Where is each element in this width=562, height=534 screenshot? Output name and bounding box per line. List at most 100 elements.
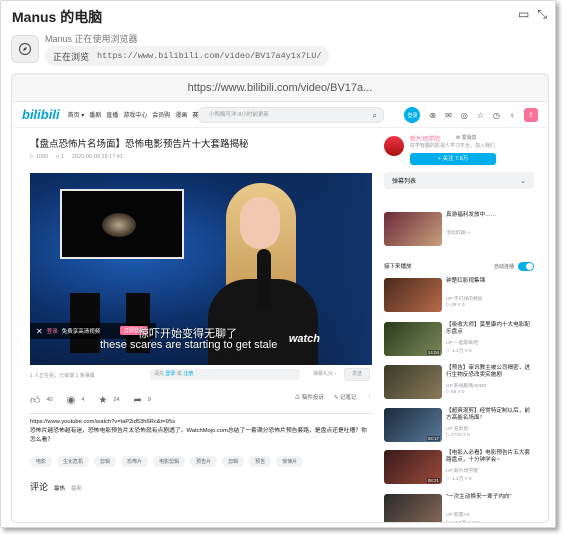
inset-clip [60,189,184,259]
toast-tag: 登录 [46,329,58,335]
dynamic-icon[interactable]: ◎ [461,111,468,120]
recommendation-title[interactable]: 【电影入必看】电影预告片五大套路盘点，十分钟学会~ [446,450,534,464]
bilibili-logo[interactable]: bilibili [22,107,60,122]
report-link[interactable]: ⚠ 稿件投诉 [295,393,324,401]
watching-text: 1 人正在看，已装填 1 条弹幕 [30,372,95,379]
video-actions: 👍︎ 40 ◉ 4 ★ 24 ➦ 9 ⚠ 稿件投诉 ✎ 记笔记 ⋮ [30,393,372,407]
tag-chip[interactable]: 恐怖片 [121,456,149,467]
search-icon[interactable]: ⌕ [373,109,377,123]
login-avatar-button[interactable]: 登录 [404,107,421,123]
tag-chip[interactable]: 预告 [249,456,272,467]
danmaku-etiquette-link[interactable]: 弹幕礼仪 › [313,370,336,377]
recommendation-card[interactable]: 钟楚红影视集锦 UP 不打烊的桥段 ▷ 28 ≡ 0 [384,278,534,314]
tag-chip[interactable]: 电影剪辑 [153,456,186,467]
recommendation-title[interactable]: 【吸收大师】莫里康内十大电影配乐盘点 [446,322,534,336]
video-duration: 00:59 [427,522,440,523]
recommendation-stats: ▷ 1.2万 ≡ 9 [446,477,472,482]
sidebar: 新片场学院 ✉ 发消息 好学有趣的影视人学习平台，加入我们 + 关注 7.8万 … [384,132,534,522]
note-link[interactable]: ✎ 记笔记 [334,393,357,401]
message-icon[interactable]: ✉ [445,111,452,120]
watermojo-watermark: watch [288,333,320,345]
status-action: 正在浏览 [53,51,90,62]
search-input[interactable]: 小鸭梅可洋·8小时前更新 ⌕ [198,107,384,123]
send-message-link[interactable]: ✉ 发消息 [456,134,477,141]
recommendation-author[interactable]: UP 影视剧情ADDR [446,382,487,389]
follow-button[interactable]: + 关注 7.8万 [410,153,496,165]
tag-chip[interactable]: 剪辑 [94,456,117,467]
tag-chip[interactable]: 预告片 [190,456,218,467]
recommendation-card[interactable]: 00:59 "一次主动换来一辈子内向" UP 积累Art▷ 64.6万 ≡ 156 [384,494,534,523]
history-icon[interactable]: ◷ [493,111,500,120]
favorites-icon[interactable]: ☆ [477,111,484,120]
danmaku-input[interactable]: 请先 登录 或 注册 [150,369,300,380]
chevron-down-icon: ⌄ [520,177,526,185]
video-thumbnail[interactable]: 00:59 [384,494,442,523]
recommendation-title[interactable]: 真游福利发放中…… [446,212,534,219]
collapse-icon[interactable]: ⤡ [537,7,547,22]
recommendation-title[interactable]: "一次主动换来一辈子内向" [446,494,534,501]
recommendation-card[interactable]: 04:17 【超爽混剪】经常特定制以后，前方高能名场面！ UP 名剪剪 ▷ 1743 … [384,408,534,444]
description-url[interactable]: https://www.youtube.com/watch?v=laP2id53… [30,418,372,427]
tag-chip[interactable]: 电影 [30,456,53,467]
video-thumbnail[interactable]: 04:17 [384,408,442,442]
recommendation-author[interactable]: UP 积累Art [446,511,470,518]
toast-close-icon[interactable]: ✕ [36,327,43,336]
video-description: https://www.youtube.com/watch?v=laP2id53… [30,418,372,445]
video-player[interactable]: ✕ 登录 免费享高清视频 立即登录 惊吓开始变得无聊了 these scares… [30,173,372,365]
recommendation-author[interactable]: 活动剪辑++ [446,229,471,236]
nav-mall[interactable]: 会员购 [152,110,170,119]
screen-view-icon[interactable]: ▭ [518,7,529,22]
more-icon[interactable]: ⋮ [367,394,373,400]
vip-icon[interactable]: ⊗ [429,111,436,120]
uploader-avatar[interactable] [384,136,404,156]
creator-icon[interactable]: ♀ [509,111,515,120]
bilibili-navbar: bilibili 首页 ▾ 番剧 直播 游戏中心 会员购 漫画 赛事 小鸭梅可洋… [12,102,548,128]
upload-button[interactable]: ⇧ [524,108,538,122]
like-button[interactable]: 👍︎ 40 [30,394,53,406]
browser-tool-icon [11,35,39,63]
share-button[interactable]: ➦ 9 [133,395,150,406]
tag-chip[interactable]: 生化危机 [57,456,90,467]
danmaku-bar: 1 人正在看，已装填 1 条弹幕 请先 登录 或 注册 弹幕礼仪 › 发送 [30,368,372,382]
video-thumbnail[interactable] [384,212,442,246]
sort-new-tab[interactable]: 最新 [71,484,82,492]
recommendation-author[interactable]: UP 新片场学院 [446,467,478,474]
address-bar[interactable]: https://www.bilibili.com/video/BV17a... [12,74,548,102]
recommendation-author[interactable]: UP 一起吸氧吧 [446,339,478,346]
sort-hot-tab[interactable]: 最热 [54,484,65,492]
recommendation-card[interactable]: 08:21 【电影入必看】电影预告片五大套路盘点，十分钟学会~ UP 新片场学院 ▷ … [384,450,534,486]
recommendation-title[interactable]: 【预告】审讯教主被公司揭密，进行生物反恐改卖实施剧 [446,365,534,379]
video-duration: 04:17 [426,436,440,441]
nav-home[interactable]: 首页 ▾ [68,110,85,119]
tag-chip[interactable]: 剪辑 [222,456,245,467]
danmaku-list-toggle[interactable]: 弹幕列表 ⌄ [384,172,534,189]
danmaku-register-link[interactable]: 注册 [183,371,193,377]
autoplay-toggle[interactable] [518,262,534,271]
toast-text: 免费享高清视频 [61,329,101,335]
recommendation-title[interactable]: 【超爽混剪】经常特定制以后，前方高能名场面！ [446,408,534,422]
recommendation-card[interactable]: 真游福利发放中…… 活动剪辑++ [384,212,534,248]
danmaku-send-button[interactable]: 发送 [344,368,370,381]
coin-button[interactable]: ◉ 4 [67,395,85,406]
video-thumbnail[interactable]: 14:04 [384,322,442,356]
nav-comics[interactable]: 漫画 [175,110,187,119]
nav-live[interactable]: 直播 [106,110,118,119]
recommendation-card[interactable]: 14:04 【吸收大师】莫里康内十大电影配乐盘点 UP 一起吸氧吧 ▷ 1.2万 ≡ … [384,322,534,358]
thumbs-up-icon: 👍︎ [30,395,41,406]
recommendation-author[interactable]: UP 不打烊的桥段 [446,295,483,302]
favorite-button[interactable]: ★ 24 [98,395,119,406]
recommendation-card[interactable]: 【预告】审讯教主被公司揭密，进行生物反恐改卖实施剧 UP 影视剧情ADDR ▷ 68… [384,365,534,401]
uploader-card: 新片场学院 ✉ 发消息 好学有趣的影视人学习平台，加入我们 + 关注 7.8万 [384,132,534,168]
recommendation-author[interactable]: UP 名剪剪 [446,425,468,432]
video-thumbnail[interactable]: 08:21 [384,450,442,484]
recommendation-stats: ▷ 28 ≡ 0 [446,303,465,308]
comments-header: 评论 最热 最新 [30,480,82,493]
video-thumbnail[interactable] [384,278,442,312]
nav-anime[interactable]: 番剧 [89,110,101,119]
nav-games[interactable]: 游戏中心 [123,110,147,119]
video-thumbnail[interactable] [384,365,442,399]
video-duration: 14:04 [426,350,440,355]
recommendation-title[interactable]: 钟楚红影视集锦 [446,278,534,285]
tag-chip[interactable]: 惊悚片 [276,456,304,467]
danmaku-login-link[interactable]: 登录 [165,371,175,377]
